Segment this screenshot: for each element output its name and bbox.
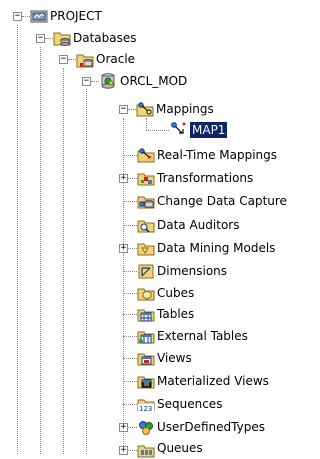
tree-connector — [91, 81, 99, 82]
minus-icon: − — [37, 33, 44, 43]
plus-icon: + — [120, 243, 127, 253]
tree-connector — [128, 178, 137, 179]
tree-connector — [45, 38, 53, 39]
node-label: ORCL_MOD — [120, 74, 188, 88]
external-tables-icon — [137, 331, 155, 344]
tree-connector — [17, 25, 18, 454]
project-icon — [30, 10, 48, 23]
tree-connector — [146, 130, 169, 131]
collapse-toggle[interactable]: − — [82, 77, 91, 86]
node-label: Materialized Views — [157, 374, 269, 388]
node-label-selected: MAP1 — [190, 122, 228, 138]
views-icon — [137, 353, 155, 366]
node-label: Tables — [157, 307, 195, 321]
node-label: Views — [157, 351, 192, 365]
tree-connector — [68, 59, 76, 60]
node-label: Sequences — [157, 397, 223, 411]
tree-connector — [146, 118, 147, 130]
collapse-toggle[interactable]: − — [13, 12, 22, 21]
queues-icon — [137, 445, 155, 458]
minus-icon: − — [14, 11, 21, 21]
oracle-folder-icon — [76, 54, 94, 68]
tree-connector — [123, 293, 137, 294]
tree-connector — [123, 155, 137, 156]
project-tree: − − − − − + + + + PROJECT Databases Orac… — [0, 0, 307, 458]
materialized-views-icon — [137, 376, 155, 389]
node-label: Data Auditors — [157, 218, 240, 232]
tree-connector — [123, 381, 137, 382]
tree-connector — [123, 201, 137, 202]
mappings-icon — [136, 102, 154, 117]
plus-icon: + — [120, 173, 127, 183]
tree-connector — [123, 271, 137, 272]
node-label: PROJECT — [50, 9, 102, 23]
node-label: Cubes — [157, 286, 195, 300]
node-label: Real-Time Mappings — [157, 148, 278, 162]
node-label: Mappings — [156, 102, 214, 116]
collapse-toggle[interactable]: − — [36, 34, 45, 43]
svg-text:123: 123 — [139, 405, 152, 413]
plus-icon: + — [120, 445, 127, 455]
expand-toggle[interactable]: + — [119, 423, 128, 432]
tree-connector — [123, 336, 137, 337]
sequences-icon: 123 — [137, 399, 155, 413]
user-defined-types-icon — [139, 421, 153, 435]
tree-connector — [123, 404, 137, 405]
plus-icon: + — [120, 422, 127, 432]
node-label: External Tables — [157, 329, 248, 343]
minus-icon: − — [83, 76, 90, 86]
tables-icon — [137, 309, 155, 322]
collapse-toggle[interactable]: − — [119, 105, 128, 114]
transformations-icon — [137, 173, 155, 186]
cubes-icon — [137, 288, 155, 301]
realtime-mappings-icon — [137, 148, 155, 163]
oracle-module-icon — [101, 73, 115, 89]
node-label: Change Data Capture — [157, 194, 287, 208]
data-auditors-icon — [137, 220, 155, 233]
node-label: Databases — [73, 31, 137, 45]
expand-toggle[interactable]: + — [119, 244, 128, 253]
databases-folder-icon — [53, 32, 71, 46]
map-icon — [171, 122, 186, 134]
node-label: Transformations — [157, 171, 254, 185]
expand-toggle[interactable]: + — [119, 174, 128, 183]
tree-connector — [123, 225, 137, 226]
tree-connector — [128, 450, 137, 451]
change-data-capture-icon — [137, 196, 155, 209]
tree-connector — [128, 109, 136, 110]
minus-icon: − — [120, 104, 127, 114]
node-label: Data Mining Models — [157, 241, 276, 255]
tree-connector — [128, 248, 137, 249]
tree-connector — [128, 427, 137, 428]
tree-connector — [123, 358, 137, 359]
tree-connector — [86, 89, 87, 454]
dimensions-icon — [138, 264, 154, 279]
tree-connector — [40, 47, 41, 454]
tree-connector — [63, 68, 64, 454]
node-label: UserDefinedTypes — [157, 420, 265, 434]
node-label: Dimensions — [157, 264, 228, 278]
tree-connector — [123, 314, 137, 315]
tree-connector — [22, 16, 30, 17]
data-mining-models-icon — [137, 243, 155, 256]
node-label: Oracle — [96, 52, 136, 66]
minus-icon: − — [60, 54, 67, 64]
collapse-toggle[interactable]: − — [59, 55, 68, 64]
